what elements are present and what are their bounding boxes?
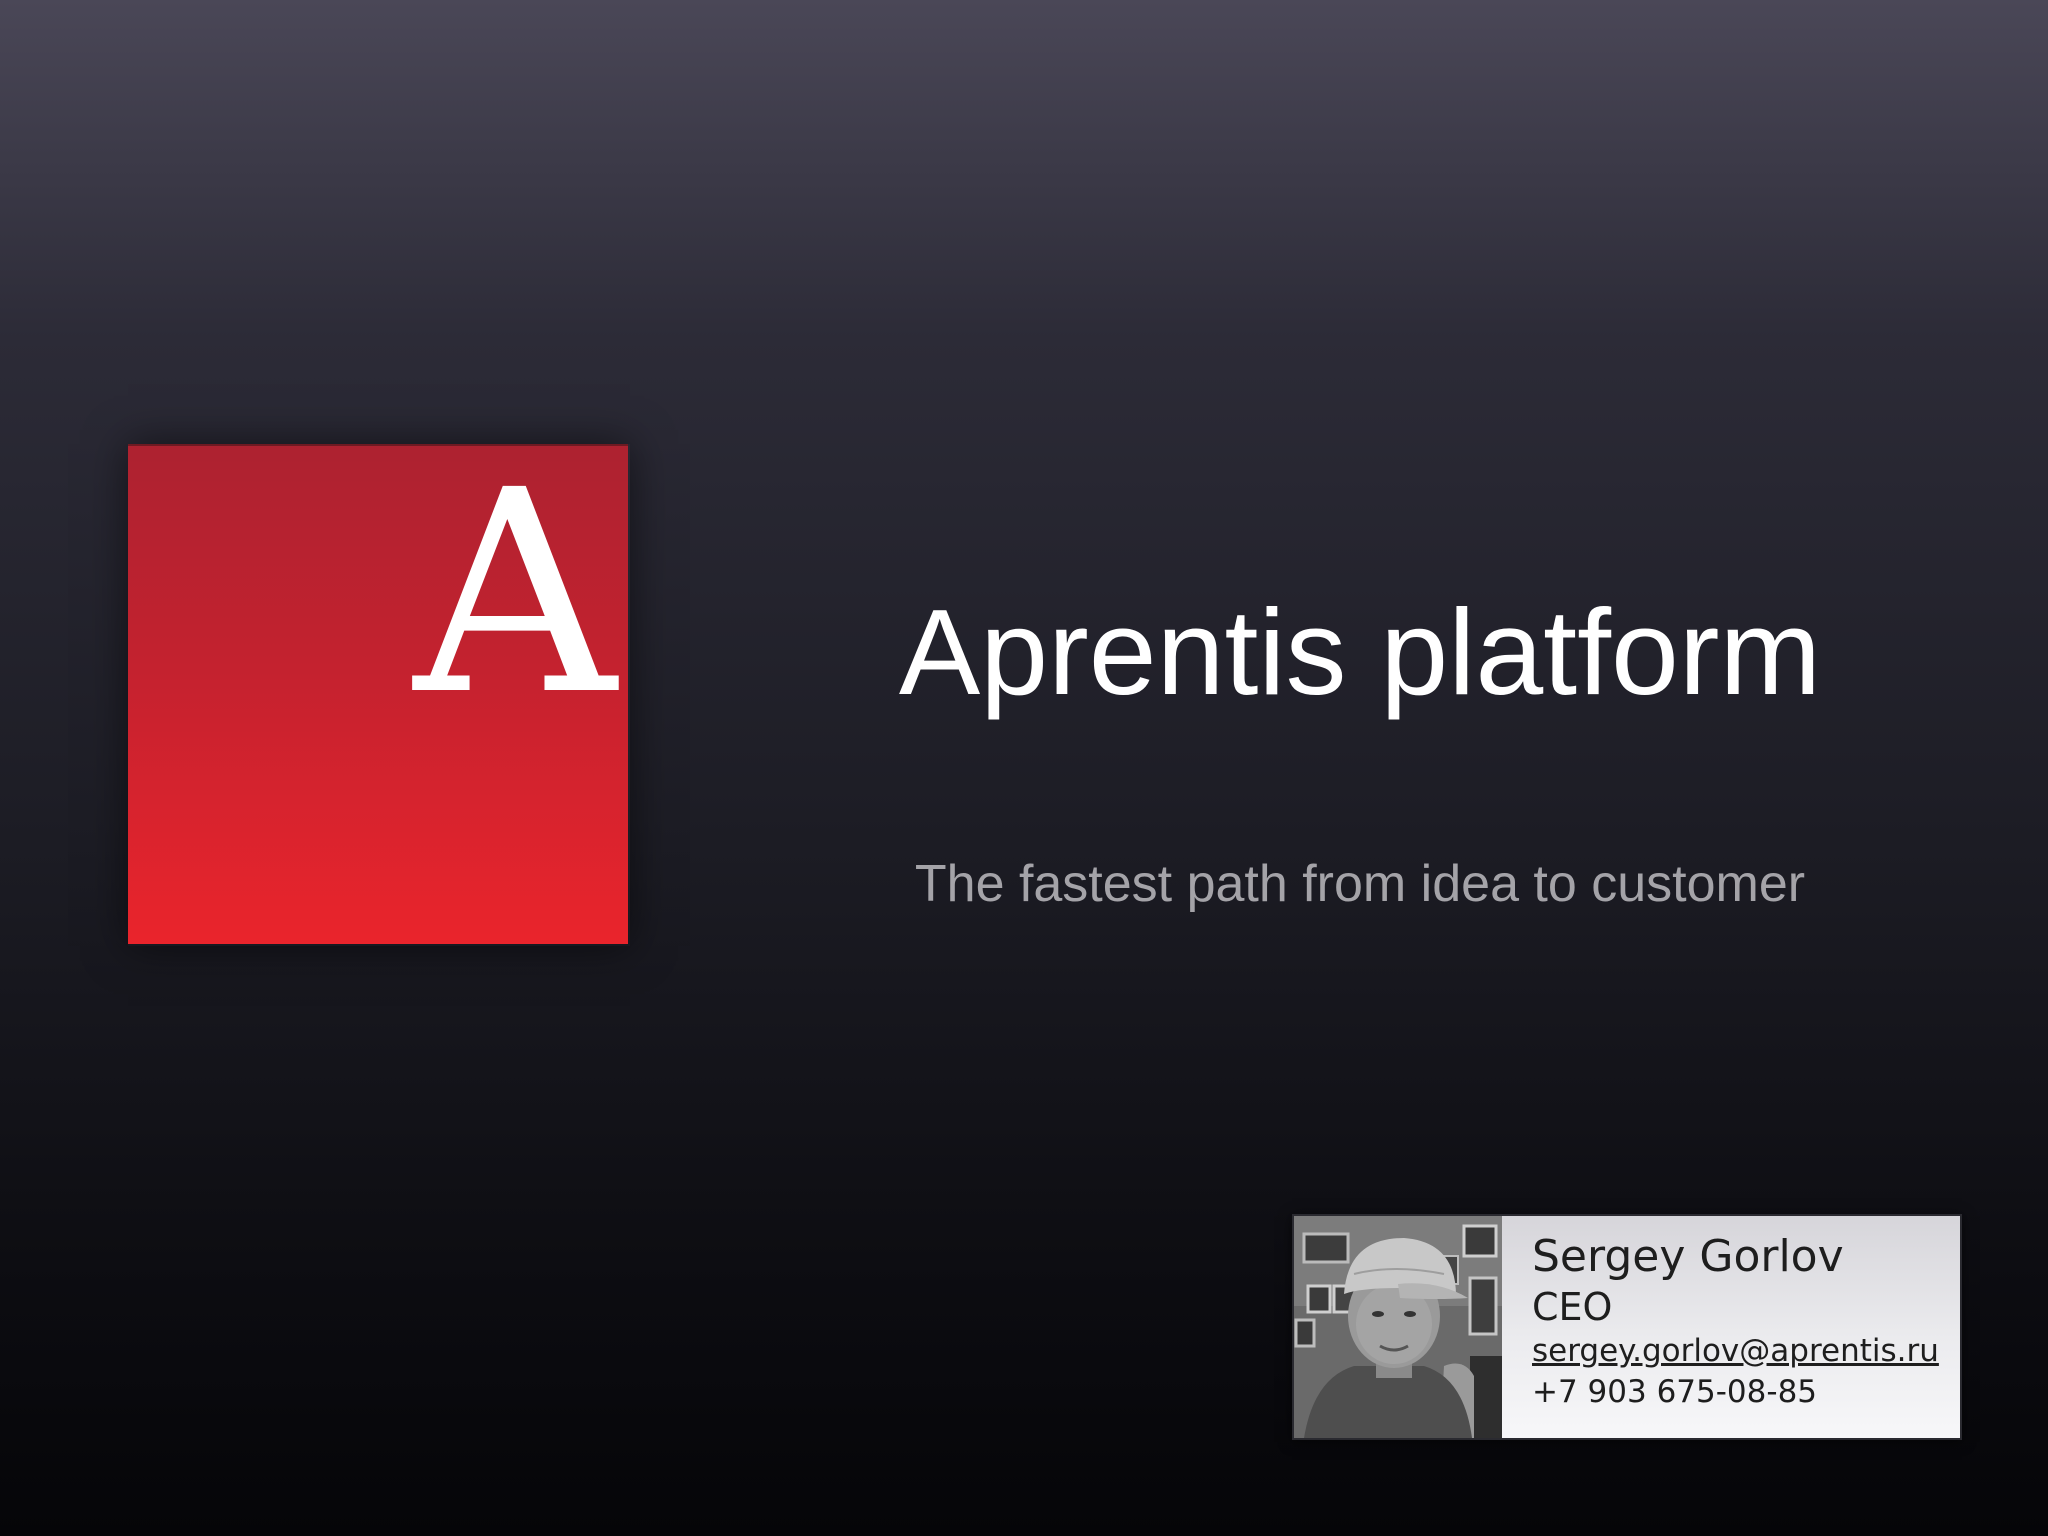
contact-role: CEO	[1532, 1285, 1613, 1329]
logo-letter: A	[413, 431, 616, 757]
presentation-slide: A Aprentis platform The fastest path fro…	[0, 0, 2048, 1536]
aprentis-logo: A	[128, 444, 628, 944]
contact-details: Sergey Gorlov CEO sergey.gorlov@aprentis…	[1532, 1230, 1939, 1412]
slide-title: Aprentis platform	[898, 584, 1822, 720]
contact-name: Sergey Gorlov	[1532, 1231, 1844, 1282]
contact-phone: +7 903 675-08-85	[1532, 1374, 1818, 1410]
contact-email-link[interactable]: sergey.gorlov@aprentis.ru	[1532, 1330, 1939, 1372]
slide-subtitle: The fastest path from idea to customer	[914, 855, 1806, 913]
contact-card: Sergey Gorlov CEO sergey.gorlov@aprentis…	[1292, 1214, 1962, 1440]
person-photo-icon	[1294, 1216, 1502, 1438]
